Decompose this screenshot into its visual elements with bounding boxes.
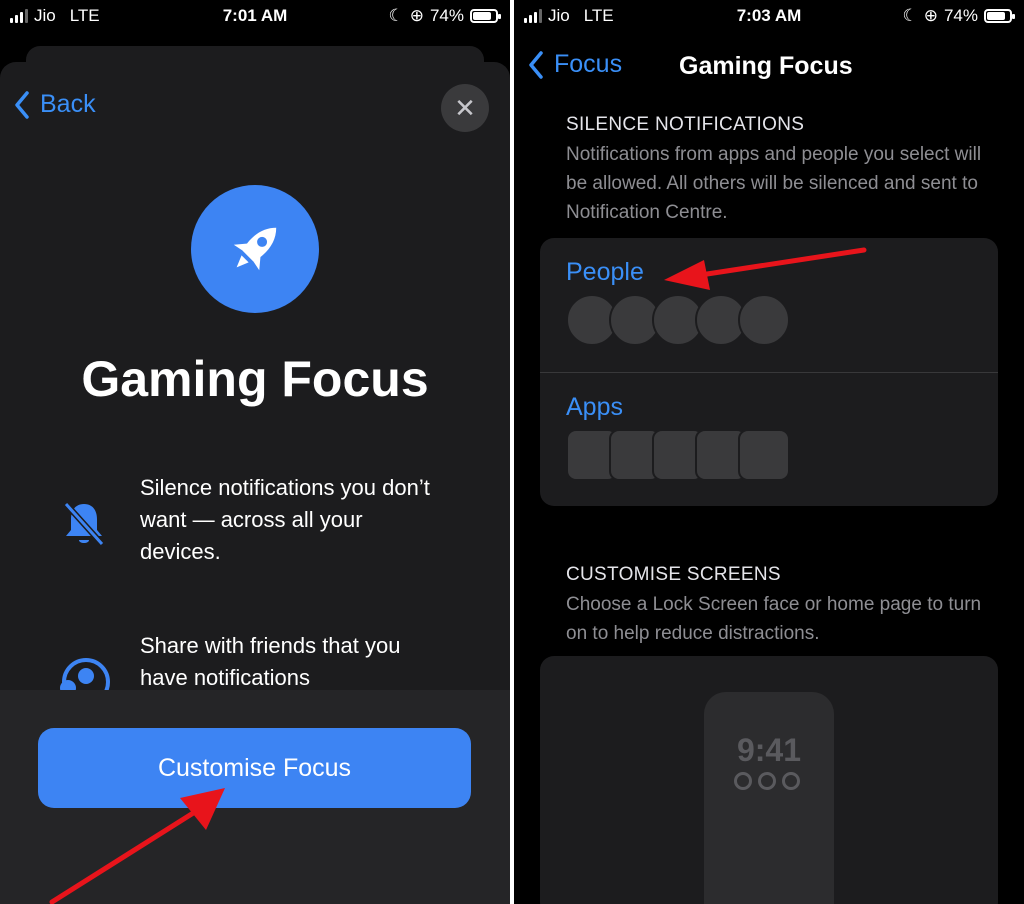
bell-slash-icon	[63, 501, 105, 547]
feature-share-text: Share with friends that you have notific…	[140, 633, 401, 690]
rocket-badge	[191, 185, 319, 313]
customise-section-desc: Choose a Lock Screen face or home page t…	[566, 594, 982, 644]
focus-title: Gaming Focus	[81, 351, 429, 407]
right-screen: Jio LTE 7:03 AM ☾ ⊕ 74% Focus Gaming Foc…	[514, 0, 1024, 904]
back-label: Back	[40, 90, 96, 118]
focus-back-label: Focus	[554, 50, 623, 78]
left-screen: Jio LTE 7:01 AM ☾ ⊕ 74% Back ✕ Gaming Fo…	[0, 0, 510, 904]
chevron-left-icon	[15, 90, 29, 119]
lock-screen-preview[interactable]: 9:41	[704, 692, 834, 904]
close-icon: ✕	[454, 92, 476, 123]
chevron-left-icon	[529, 50, 543, 79]
status-bar: Jio LTE 7:01 AM ☾ ⊕ 74%	[0, 0, 510, 34]
avatar	[738, 294, 790, 346]
people-row-label[interactable]: People	[566, 258, 644, 287]
lock-time: 9:41	[736, 732, 802, 768]
close-button[interactable]: ✕	[441, 84, 489, 132]
app-icons[interactable]	[566, 429, 790, 481]
silence-section-title: SILENCE NOTIFICATIONS	[566, 114, 805, 135]
feature-silence-text: Silence notifications you don’t want — a…	[140, 475, 430, 564]
customise-focus-button[interactable]: Customise Focus	[38, 728, 471, 808]
divider	[540, 372, 998, 373]
silence-section-desc: Notifications from apps and people you s…	[566, 144, 982, 223]
allowed-list-group: People Apps	[540, 238, 998, 506]
rocket-icon	[233, 227, 277, 271]
status-right-icons: ☾ ⊕ 74%	[902, 6, 1015, 26]
focus-back-button[interactable]: Focus	[528, 50, 622, 79]
orientation-lock-icon: ⊕	[409, 6, 424, 25]
people-avatars[interactable]	[566, 294, 790, 346]
battery-percent: 74%	[943, 6, 978, 25]
battery-icon	[470, 9, 501, 23]
battery-icon	[984, 9, 1015, 23]
moon-icon: ☾	[902, 6, 918, 25]
orientation-lock-icon: ⊕	[923, 6, 938, 25]
apps-row-label[interactable]: Apps	[566, 393, 623, 422]
customise-section-title: CUSTOMISE SCREENS	[566, 564, 781, 585]
status-bar: Jio LTE 7:03 AM ☾ ⊕ 74%	[514, 0, 1024, 34]
nav-title: Gaming Focus	[679, 52, 853, 80]
app-icon-placeholder	[738, 429, 790, 481]
moon-icon: ☾	[388, 6, 404, 25]
back-button[interactable]: Back	[14, 90, 96, 119]
lock-widgets	[734, 772, 800, 790]
status-right-icons: ☾ ⊕ 74%	[388, 6, 501, 26]
battery-percent: 74%	[429, 6, 464, 25]
